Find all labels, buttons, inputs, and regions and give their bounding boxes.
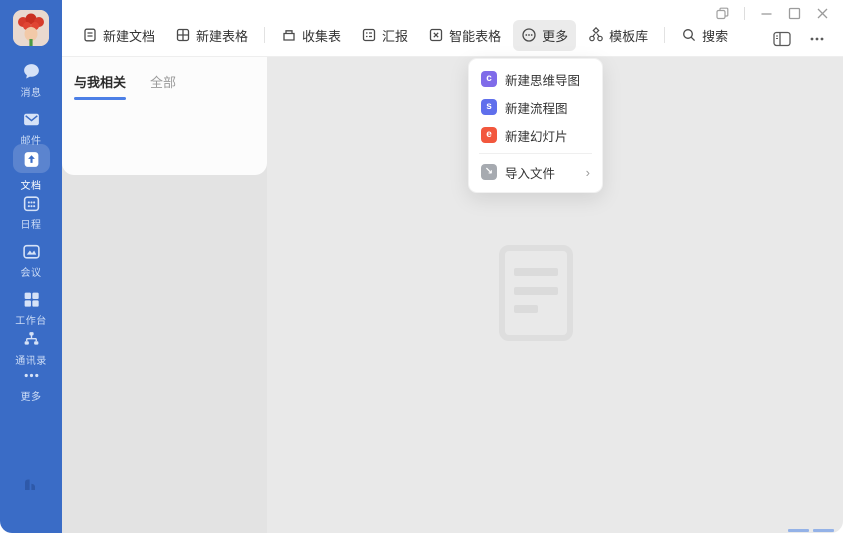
collect-form-icon — [281, 27, 297, 43]
minimize-icon[interactable] — [760, 7, 773, 20]
sidebar-item-meeting[interactable]: 会议 — [0, 242, 62, 279]
tab-label: 与我相关 — [74, 75, 126, 90]
new-document-icon — [82, 27, 98, 43]
sidebar-item-label: 消息 — [0, 84, 62, 99]
empty-state-document-icon — [499, 245, 573, 341]
active-tab-underline — [74, 97, 126, 100]
menu-item-label: 新建流程图 — [505, 98, 568, 117]
document-list-panel: 与我相关 全部 — [62, 57, 267, 533]
toolbar-divider — [664, 27, 665, 43]
avatar-photo-flower — [13, 10, 49, 46]
button-label: 新建表格 — [196, 26, 248, 45]
overflow-ellipsis-icon[interactable] — [809, 31, 825, 47]
sidebar-item-label: 工作台 — [0, 312, 62, 327]
mail-icon — [0, 110, 62, 129]
meeting-icon — [0, 242, 62, 261]
panel-toggle-icon[interactable] — [773, 31, 791, 47]
titlebar-divider — [744, 7, 745, 20]
more-button[interactable]: 更多 — [513, 20, 576, 51]
ellipsis-icon — [0, 366, 62, 385]
content-area: 与我相关 全部 — [62, 57, 843, 533]
menu-item-new-mindmap[interactable]: c 新建思维导图 — [469, 65, 602, 93]
bottom-edge-artifact — [788, 529, 834, 532]
empty-doc-line — [514, 305, 538, 313]
button-label: 模板库 — [609, 26, 648, 45]
sidebar-item-calendar[interactable]: 日程 — [0, 194, 62, 231]
tab-all[interactable]: 全部 — [150, 72, 176, 100]
window-controls — [716, 7, 829, 20]
template-library-icon — [588, 27, 604, 43]
menu-item-label: 新建幻灯片 — [505, 126, 568, 145]
empty-doc-line — [514, 268, 558, 276]
button-label: 新建文档 — [103, 26, 155, 45]
app-window: 消息 邮件 文档 日程 会议 — [0, 0, 843, 533]
workbench-grid-icon — [0, 290, 62, 309]
chat-bubble-icon — [0, 62, 62, 81]
more-dropdown-menu: c 新建思维导图 s 新建流程图 e 新建幻灯片 ↘ 导入文件 › — [468, 58, 603, 193]
app-logo-icon[interactable] — [0, 474, 62, 492]
flowchart-icon: s — [481, 99, 497, 115]
menu-item-label: 导入文件 — [505, 163, 555, 182]
template-library-button[interactable]: 模板库 — [580, 20, 656, 51]
sidebar-item-mail[interactable]: 邮件 — [0, 110, 62, 147]
sidebar-item-more[interactable]: 更多 — [0, 366, 62, 403]
import-file-icon: ↘ — [481, 164, 497, 180]
button-label: 汇报 — [382, 26, 408, 45]
report-icon — [361, 27, 377, 43]
toolbar-divider — [264, 27, 265, 43]
document-list-card: 与我相关 全部 — [62, 57, 267, 175]
search-icon — [681, 27, 697, 43]
report-button[interactable]: 汇报 — [353, 20, 416, 51]
contacts-org-icon — [0, 330, 62, 349]
empty-doc-line — [514, 287, 558, 295]
new-sheet-button[interactable]: 新建表格 — [167, 20, 256, 51]
sidebar-item-contacts[interactable]: 通讯录 — [0, 330, 62, 367]
more-circle-icon — [521, 27, 537, 43]
sidebar-item-docs[interactable]: 文档 — [0, 144, 62, 192]
button-label: 更多 — [542, 26, 568, 45]
tab-label: 全部 — [150, 75, 176, 90]
desktop-background: 消息 邮件 文档 日程 会议 — [0, 0, 843, 539]
document-icon — [22, 150, 41, 169]
smart-table-icon — [428, 27, 444, 43]
smart-table-button[interactable]: 智能表格 — [420, 20, 509, 51]
close-icon[interactable] — [816, 7, 829, 20]
new-document-button[interactable]: 新建文档 — [74, 20, 163, 51]
mini-window-icon[interactable] — [716, 7, 729, 20]
sidebar: 消息 邮件 文档 日程 会议 — [0, 0, 62, 533]
tab-related-to-me[interactable]: 与我相关 — [74, 72, 126, 100]
slides-icon: e — [481, 127, 497, 143]
sidebar-item-label: 文档 — [0, 177, 62, 192]
sidebar-item-label: 更多 — [0, 388, 62, 403]
sidebar-item-messages[interactable]: 消息 — [0, 62, 62, 99]
mindmap-icon: c — [481, 71, 497, 87]
menu-item-new-slides[interactable]: e 新建幻灯片 — [469, 121, 602, 149]
tab-bar: 与我相关 全部 — [74, 72, 267, 100]
maximize-icon[interactable] — [788, 7, 801, 20]
button-label: 收集表 — [302, 26, 341, 45]
calendar-icon — [0, 194, 62, 213]
button-label: 搜索 — [702, 26, 728, 45]
menu-item-import-file[interactable]: ↘ 导入文件 › — [469, 158, 602, 186]
menu-divider — [479, 153, 592, 154]
sidebar-item-label: 会议 — [0, 264, 62, 279]
user-avatar[interactable] — [13, 10, 49, 46]
new-sheet-icon — [175, 27, 191, 43]
menu-item-label: 新建思维导图 — [505, 70, 580, 89]
sidebar-item-workbench[interactable]: 工作台 — [0, 290, 62, 327]
button-label: 智能表格 — [449, 26, 501, 45]
collect-form-button[interactable]: 收集表 — [273, 20, 349, 51]
search-button[interactable]: 搜索 — [673, 20, 736, 51]
chevron-right-icon: › — [586, 166, 590, 179]
sidebar-item-label: 日程 — [0, 216, 62, 231]
menu-item-new-flowchart[interactable]: s 新建流程图 — [469, 93, 602, 121]
sidebar-item-label: 通讯录 — [0, 352, 62, 367]
